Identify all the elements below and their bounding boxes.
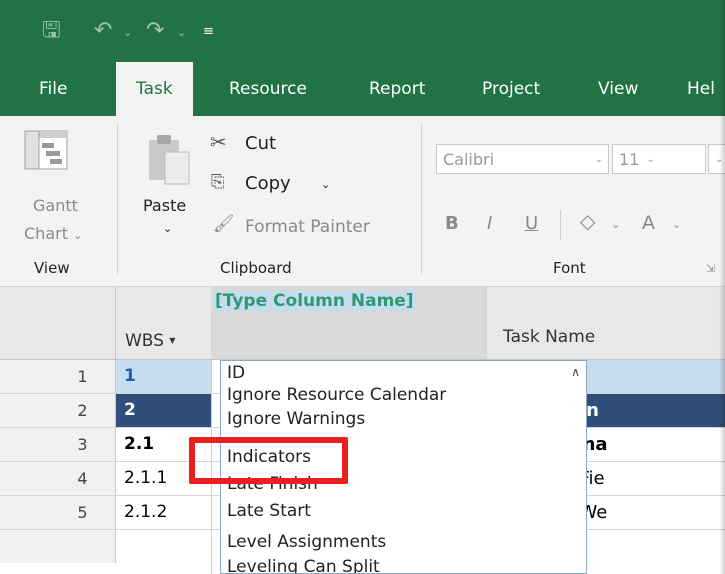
ribbon-separator <box>117 124 118 274</box>
wbs-cell[interactable]: 2 <box>116 394 211 427</box>
tab-help[interactable]: Hel <box>687 62 715 116</box>
ribbon-separator <box>560 210 561 240</box>
chevron-down-icon: ⌄ <box>646 154 655 165</box>
redo-dropdown-icon[interactable]: ⌄ <box>177 26 186 39</box>
paste-icon[interactable] <box>145 134 191 186</box>
scroll-up-icon[interactable]: ∧ <box>571 365 580 379</box>
customize-toolbar-icon[interactable]: ≡ <box>203 24 214 39</box>
gantt-chart-icon[interactable] <box>24 130 68 170</box>
tab-report[interactable]: Report <box>369 62 425 116</box>
dropdown-item[interactable]: ID <box>227 363 245 383</box>
dropdown-item[interactable]: Leveling Can Split <box>227 557 380 573</box>
chevron-down-icon[interactable]: ⌄ <box>611 218 620 231</box>
group-label-clipboard: Clipboard <box>220 259 292 277</box>
copy-icon[interactable]: ⎘ <box>211 172 225 192</box>
gantt-chart-label[interactable]: Gantt <box>33 196 78 215</box>
copy-dropdown-icon[interactable]: ⌄ <box>321 178 330 191</box>
redo-icon[interactable]: ↷ <box>146 20 164 42</box>
undo-icon[interactable]: ↶ <box>94 20 112 42</box>
italic-button[interactable]: I <box>487 213 492 234</box>
wbs-column-header[interactable]: WBS ▾ <box>125 331 175 351</box>
copy-button[interactable]: Copy <box>245 173 291 194</box>
bold-button[interactable]: B <box>445 213 459 234</box>
tab-project[interactable]: Project <box>482 62 540 116</box>
ribbon-separator <box>421 124 422 274</box>
format-painter-button[interactable]: Format Painter <box>245 217 370 237</box>
font-name-combo[interactable]: Calibri ⌄ <box>436 144 609 174</box>
select-all-corner[interactable] <box>0 287 116 359</box>
wbs-cell[interactable]: 1 <box>116 360 211 393</box>
row-number[interactable] <box>0 530 116 563</box>
new-column-name-input[interactable]: [Type Column Name] <box>213 291 416 311</box>
dropdown-item[interactable]: Ignore Resource Calendar <box>227 385 446 405</box>
dialog-launcher-icon[interactable]: ⇲ <box>706 262 715 275</box>
paste-dropdown-icon[interactable]: ⌄ <box>163 222 172 235</box>
dropdown-item[interactable]: Late Start <box>227 501 311 521</box>
highlight-box <box>189 437 348 484</box>
format-painter-icon[interactable]: 🖌 <box>213 214 235 234</box>
undo-dropdown-icon[interactable]: ⌄ <box>123 26 132 39</box>
dropdown-item[interactable]: Level Assignments <box>227 532 386 552</box>
paste-button[interactable]: Paste <box>143 196 186 215</box>
task-name-column-header[interactable]: Task Name <box>503 327 595 347</box>
dropdown-item[interactable]: Ignore Warnings <box>227 409 365 429</box>
chevron-down-icon: ▾ <box>169 333 176 347</box>
underline-button[interactable]: U <box>525 213 538 234</box>
row-number[interactable]: 2 <box>0 394 116 427</box>
scissors-icon[interactable]: ✂ <box>210 130 227 154</box>
quick-access-toolbar: 🖫 ↶ ⌄ ↷ ⌄ ≡ <box>0 0 725 62</box>
group-label-view: View <box>34 259 70 277</box>
tab-view[interactable]: View <box>598 62 638 116</box>
wbs-cell[interactable]: 2.1.2 <box>116 496 211 529</box>
chevron-down-icon: ⌄ <box>73 229 83 242</box>
font-size-combo[interactable]: 11 ⌄ <box>612 144 706 174</box>
app-window: 🖫 ↶ ⌄ ↷ ⌄ ≡ File Task Resource Report Pr… <box>0 0 725 574</box>
row-number[interactable]: 1 <box>0 360 116 393</box>
row-number[interactable]: 5 <box>0 496 116 529</box>
wbs-cell[interactable] <box>116 530 211 563</box>
gantt-chart-label-2[interactable]: Chart ⌄ <box>24 224 82 243</box>
chevron-down-icon[interactable]: ⌄ <box>672 218 681 231</box>
ribbon-tabs: File Task Resource Report Project View H… <box>0 62 725 118</box>
tab-file[interactable]: File <box>39 62 67 116</box>
tab-task[interactable]: Task <box>116 62 193 118</box>
font-color-button[interactable]: A <box>642 212 655 234</box>
cut-button[interactable]: Cut <box>245 133 276 154</box>
fill-color-icon[interactable]: ◇ <box>580 209 595 233</box>
row-number[interactable]: 4 <box>0 462 116 495</box>
grid-header: WBS ▾ [Type Column Name] Task Name <box>0 287 725 360</box>
chevron-down-icon: ⌄ <box>594 154 603 165</box>
group-label-font: Font <box>553 259 586 277</box>
ribbon: Gantt Chart ⌄ View Paste ⌄ ✂ Cut ⎘ Copy … <box>0 116 725 287</box>
tab-resource[interactable]: Resource <box>229 62 307 116</box>
save-icon[interactable]: 🖫 <box>42 20 61 42</box>
window-edge-shadow <box>719 0 725 574</box>
row-number[interactable]: 3 <box>0 428 116 461</box>
